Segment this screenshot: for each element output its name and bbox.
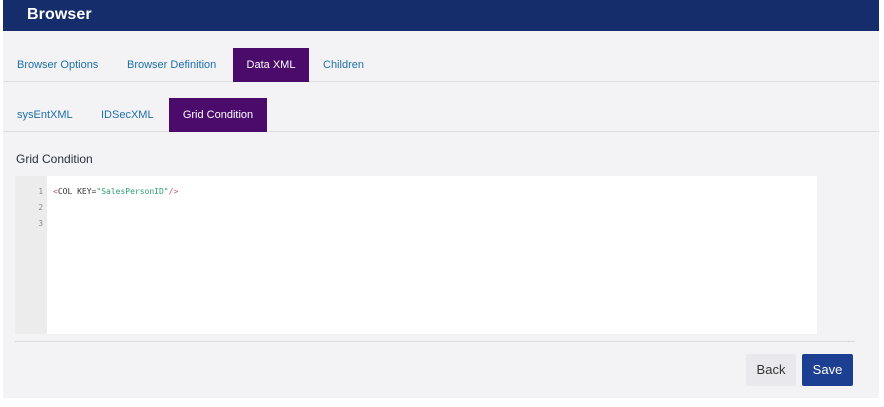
code-close-bracket: /> — [168, 187, 179, 196]
page-header: Browser — [3, 0, 879, 31]
main-tab-bar: Browser Options Browser Definition Data … — [3, 48, 879, 82]
tab-children[interactable]: Children — [323, 48, 364, 82]
tab-browser-definition[interactable]: Browser Definition — [127, 48, 216, 82]
code-attribute: KEY= — [72, 187, 97, 196]
tab-sysentxml[interactable]: sysEntXML — [17, 98, 73, 132]
footer-divider — [15, 341, 855, 342]
tab-grid-condition[interactable]: Grid Condition — [169, 98, 267, 132]
page-title: Browser — [27, 6, 92, 23]
code-line[interactable]: <COL KEY="SalesPersonID"/> — [53, 187, 178, 196]
xml-code-editor[interactable]: 1 2 3 <COL KEY="SalesPersonID"/> — [15, 176, 817, 334]
editor-gutter: 1 2 3 — [15, 176, 47, 334]
code-attribute-value: "SalesPersonID" — [96, 187, 169, 196]
save-button[interactable]: Save — [802, 354, 853, 386]
back-button[interactable]: Back — [746, 354, 796, 386]
tab-browser-options[interactable]: Browser Options — [17, 48, 98, 82]
line-number: 2 — [38, 203, 43, 212]
tab-data-xml[interactable]: Data XML — [233, 48, 309, 82]
code-tag-name: COL — [57, 187, 73, 196]
tab-idsecxml[interactable]: IDSecXML — [101, 98, 154, 132]
section-label: Grid Condition — [16, 152, 93, 166]
line-number: 3 — [38, 219, 43, 228]
browser-editor-page: Browser Browser Options Browser Definiti… — [3, 0, 879, 398]
sub-tab-bar: sysEntXML IDSecXML Grid Condition — [3, 98, 879, 132]
line-number: 1 — [38, 187, 43, 196]
